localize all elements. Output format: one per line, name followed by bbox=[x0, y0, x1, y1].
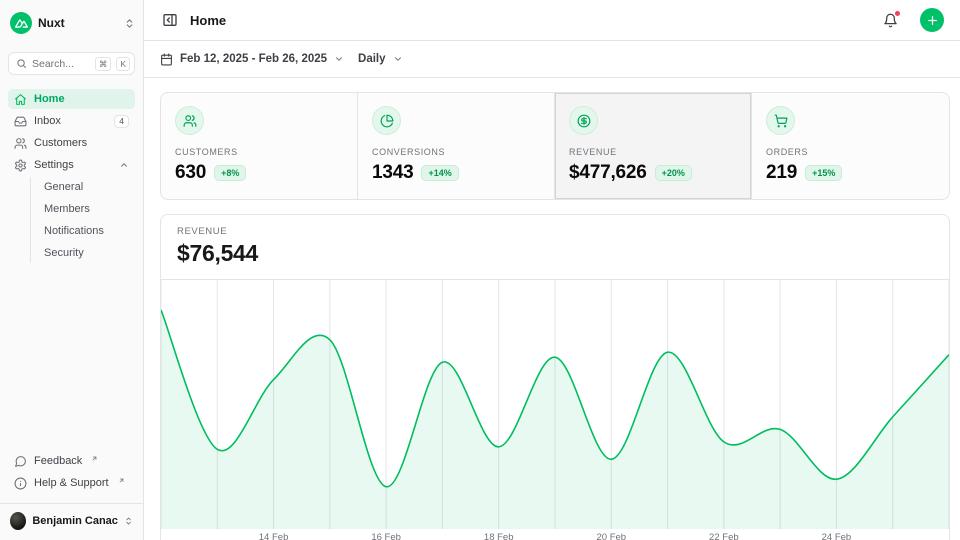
sidebar-item-home[interactable]: Home bbox=[8, 89, 135, 109]
content-area: CUSTOMERS 630 +8% CONVERSIONS 1343 +14% … bbox=[144, 78, 960, 540]
delta-badge: +8% bbox=[214, 165, 246, 181]
delta-badge: +20% bbox=[655, 165, 692, 181]
user-name: Benjamin Canac bbox=[32, 515, 118, 527]
sidebar-footer: Feedback Help & Support bbox=[0, 451, 143, 495]
x-axis-label: 22 Feb bbox=[709, 532, 739, 540]
inbox-count-badge: 4 bbox=[114, 115, 129, 128]
search-icon bbox=[16, 58, 27, 69]
collapse-sidebar-button[interactable] bbox=[160, 10, 180, 30]
page-header: Home bbox=[144, 0, 960, 41]
notification-dot bbox=[894, 10, 901, 17]
panel-left-close-icon bbox=[162, 12, 178, 28]
kbd-k: K bbox=[116, 57, 130, 71]
x-axis-label: 14 Feb bbox=[259, 532, 289, 540]
add-button[interactable] bbox=[920, 8, 944, 32]
gear-icon bbox=[14, 159, 27, 172]
stat-card-revenue[interactable]: REVENUE $477,626 +20% bbox=[555, 93, 752, 199]
chart-current-value: $76,544 bbox=[177, 240, 933, 267]
message-circle-icon bbox=[14, 455, 27, 468]
users-icon bbox=[183, 114, 197, 128]
chart-title: REVENUE bbox=[177, 226, 933, 237]
sidebar-item-general[interactable]: General bbox=[42, 177, 135, 197]
sidebar-item-help-support[interactable]: Help & Support bbox=[8, 473, 135, 493]
chevron-down-icon bbox=[393, 54, 403, 64]
chevrons-up-down-icon bbox=[124, 18, 135, 29]
chart-header: REVENUE $76,544 bbox=[161, 215, 949, 280]
sidebar-item-members[interactable]: Members bbox=[42, 199, 135, 219]
filters-toolbar: Feb 12, 2025 - Feb 26, 2025 Daily bbox=[144, 41, 960, 78]
sidebar-item-notifications[interactable]: Notifications bbox=[42, 221, 135, 241]
stat-card-customers[interactable]: CUSTOMERS 630 +8% bbox=[161, 93, 358, 199]
stat-value: 1343 bbox=[372, 162, 413, 184]
inbox-icon bbox=[14, 115, 27, 128]
x-axis-label: 16 Feb bbox=[371, 532, 401, 540]
chart-canvas bbox=[161, 280, 949, 529]
workspace-name: Nuxt bbox=[38, 16, 118, 30]
plus-icon bbox=[926, 14, 939, 27]
stat-value: 219 bbox=[766, 162, 797, 184]
stat-card-orders[interactable]: ORDERS 219 +15% bbox=[752, 93, 949, 199]
revenue-area-chart[interactable] bbox=[161, 280, 949, 529]
pie-chart-icon bbox=[380, 114, 394, 128]
delta-badge: +14% bbox=[421, 165, 458, 181]
users-icon bbox=[14, 137, 27, 150]
x-axis-label: 18 Feb bbox=[484, 532, 514, 540]
search-input[interactable]: Search... ⌘ K bbox=[8, 52, 135, 75]
granularity-select[interactable]: Daily bbox=[358, 53, 403, 65]
delta-badge: +15% bbox=[805, 165, 842, 181]
dollar-circle-icon bbox=[577, 114, 591, 128]
sidebar: Nuxt Search... ⌘ K Home Inbox 4 Customer… bbox=[0, 0, 144, 540]
stat-value: $477,626 bbox=[569, 162, 647, 184]
sidebar-item-customers[interactable]: Customers bbox=[8, 133, 135, 153]
info-circle-icon bbox=[14, 477, 27, 490]
x-axis-label: 24 Feb bbox=[822, 532, 852, 540]
sidebar-item-inbox[interactable]: Inbox 4 bbox=[8, 111, 135, 131]
sidebar-nav: Home Inbox 4 Customers Settings General … bbox=[0, 89, 143, 265]
revenue-chart-card: REVENUE $76,544 14 Feb 16 Feb 18 Feb 20 Feb… bbox=[160, 214, 950, 540]
chevron-down-icon bbox=[334, 54, 344, 64]
kbd-command: ⌘ bbox=[95, 57, 112, 71]
chevron-up-icon bbox=[119, 160, 129, 170]
page-title: Home bbox=[190, 13, 871, 28]
sidebar-item-settings[interactable]: Settings bbox=[8, 155, 135, 175]
settings-subnav: General Members Notifications Security bbox=[30, 177, 135, 263]
chevrons-up-down-icon bbox=[124, 516, 133, 526]
home-icon bbox=[14, 93, 27, 106]
shopping-cart-icon bbox=[774, 114, 788, 128]
x-axis-label: 20 Feb bbox=[596, 532, 626, 540]
search-placeholder: Search... bbox=[32, 58, 90, 70]
main-panel: Home Feb 12, 2025 - Feb 26, 2025 Daily C… bbox=[144, 0, 960, 540]
external-link-icon bbox=[118, 477, 125, 484]
sidebar-item-security[interactable]: Security bbox=[42, 243, 135, 263]
stats-grid: CUSTOMERS 630 +8% CONVERSIONS 1343 +14% … bbox=[160, 92, 950, 200]
sidebar-item-feedback[interactable]: Feedback bbox=[8, 451, 135, 471]
external-link-icon bbox=[91, 455, 98, 462]
calendar-icon bbox=[160, 53, 173, 66]
chart-x-axis: 14 Feb 16 Feb 18 Feb 20 Feb 22 Feb 24 Feb bbox=[161, 529, 949, 540]
date-range-picker[interactable]: Feb 12, 2025 - Feb 26, 2025 bbox=[160, 53, 344, 66]
workspace-switcher[interactable]: Nuxt bbox=[0, 8, 143, 38]
avatar bbox=[10, 512, 26, 530]
nuxt-logo-icon bbox=[10, 12, 32, 34]
stat-card-conversions[interactable]: CONVERSIONS 1343 +14% bbox=[358, 93, 555, 199]
stat-value: 630 bbox=[175, 162, 206, 184]
user-menu[interactable]: Benjamin Canac bbox=[0, 503, 143, 532]
